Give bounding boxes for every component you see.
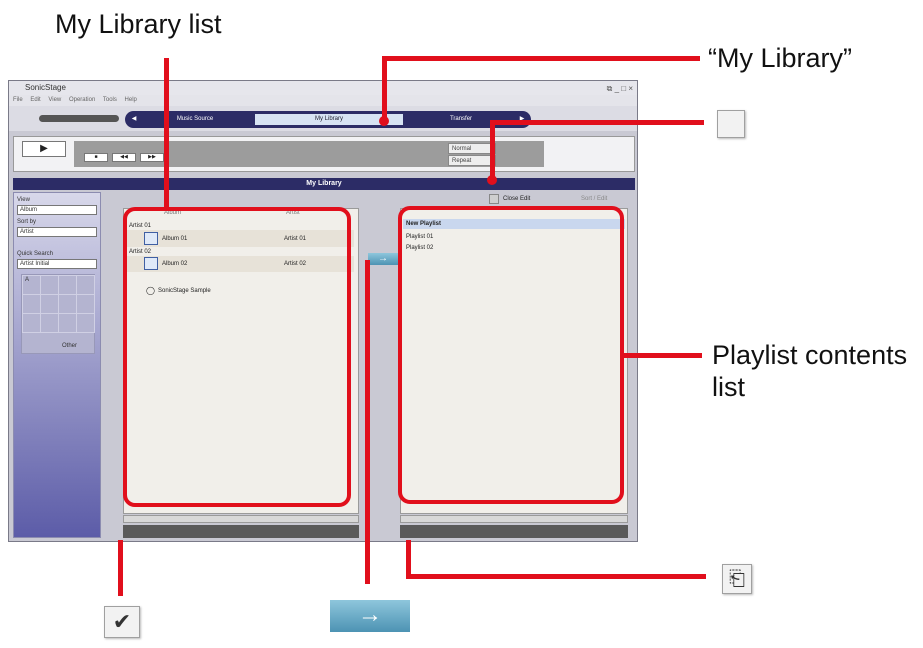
leader-new-playlist-horizontal [406,574,706,579]
title-bar: SonicStage ⧉ _ □ × [9,81,637,95]
quick-search-grid[interactable]: A Other [21,274,95,354]
callout-my-library-tab: “My Library” [708,43,853,73]
leader-dot-nav [379,116,389,126]
tab-music-source[interactable]: Music Source [139,114,251,125]
highlight-playlist-list [398,206,624,504]
leader-checkbox [118,540,123,596]
repeat-button[interactable]: Repeat [448,155,496,166]
next-button[interactable]: ▶▶ [140,153,164,162]
highlight-library-list [123,207,351,507]
callout-my-library-list: My Library list [55,9,222,39]
view-label: View [17,197,30,203]
close-edit-label: Close Edit [503,196,531,202]
prev-button[interactable]: ◀◀ [112,153,136,162]
toolbar: ◀ Music Source My Library Transfer ▶ [9,106,637,131]
volume-slider[interactable] [39,115,119,122]
leader-playlist-contents [624,353,702,358]
leader-arrow-button [365,260,370,584]
playlist-hscrollbar[interactable] [400,515,628,523]
window-controls[interactable]: ⧉ _ □ × [607,82,633,96]
leader-my-library-vertical [382,56,387,119]
section-title: My Library [13,178,635,190]
leader-dot-close-edit [487,175,497,185]
playlist-footer [400,525,628,538]
menu-bar: File Edit View Operation Tools Help [9,95,637,106]
sort-hint[interactable]: Sort / Edit [581,196,607,202]
stop-button[interactable]: ■ [84,153,108,162]
menu-view[interactable]: View [48,97,61,103]
menu-operation[interactable]: Operation [69,97,95,103]
play-mode-select[interactable]: Normal [448,143,496,154]
leader-close-edit-horizontal [490,120,704,125]
library-hscrollbar[interactable] [123,515,359,523]
view-select[interactable]: Album [17,205,97,215]
leader-close-edit-vertical [490,120,495,178]
nav-bar: ◀ Music Source My Library Transfer ▶ [125,111,531,128]
nav-back-icon[interactable]: ◀ [129,114,139,125]
other-label[interactable]: Other [62,343,77,349]
library-footer [123,525,359,538]
app-title: SonicStage [25,83,66,92]
leader-library-list [164,58,169,208]
player-display: ■ ◀◀ ▶▶ Normal Repeat [74,141,544,167]
callout-playlist-contents: Playlist contents list [712,340,908,402]
add-to-playlist-button[interactable]: → [368,253,398,265]
leader-my-library-horizontal [382,56,700,61]
menu-edit[interactable]: Edit [30,97,40,103]
quick-search-select[interactable]: Artist Initial [17,259,97,269]
sidebar: View Album Sort by Artist Quick Search A… [13,192,101,538]
sort-label: Sort by [17,219,37,225]
leader-new-playlist-vertical [406,540,411,578]
menu-tools[interactable]: Tools [103,97,117,103]
menu-help[interactable]: Help [125,97,137,103]
play-button[interactable]: ▶ [22,141,66,157]
arrow-right-icon: → [330,600,410,632]
checkmark-icon: ✔ [104,606,140,638]
close-edit-checkbox-enlarged [717,110,745,138]
menu-file[interactable]: File [13,97,23,103]
sort-select[interactable]: Artist [17,227,97,237]
new-playlist-icon: ⎗ [722,564,752,594]
player-panel: ▶ ■ ◀◀ ▶▶ Normal Repeat [13,136,635,172]
quick-search-label: Quick Search [17,251,54,257]
close-edit-checkbox[interactable] [489,194,499,204]
